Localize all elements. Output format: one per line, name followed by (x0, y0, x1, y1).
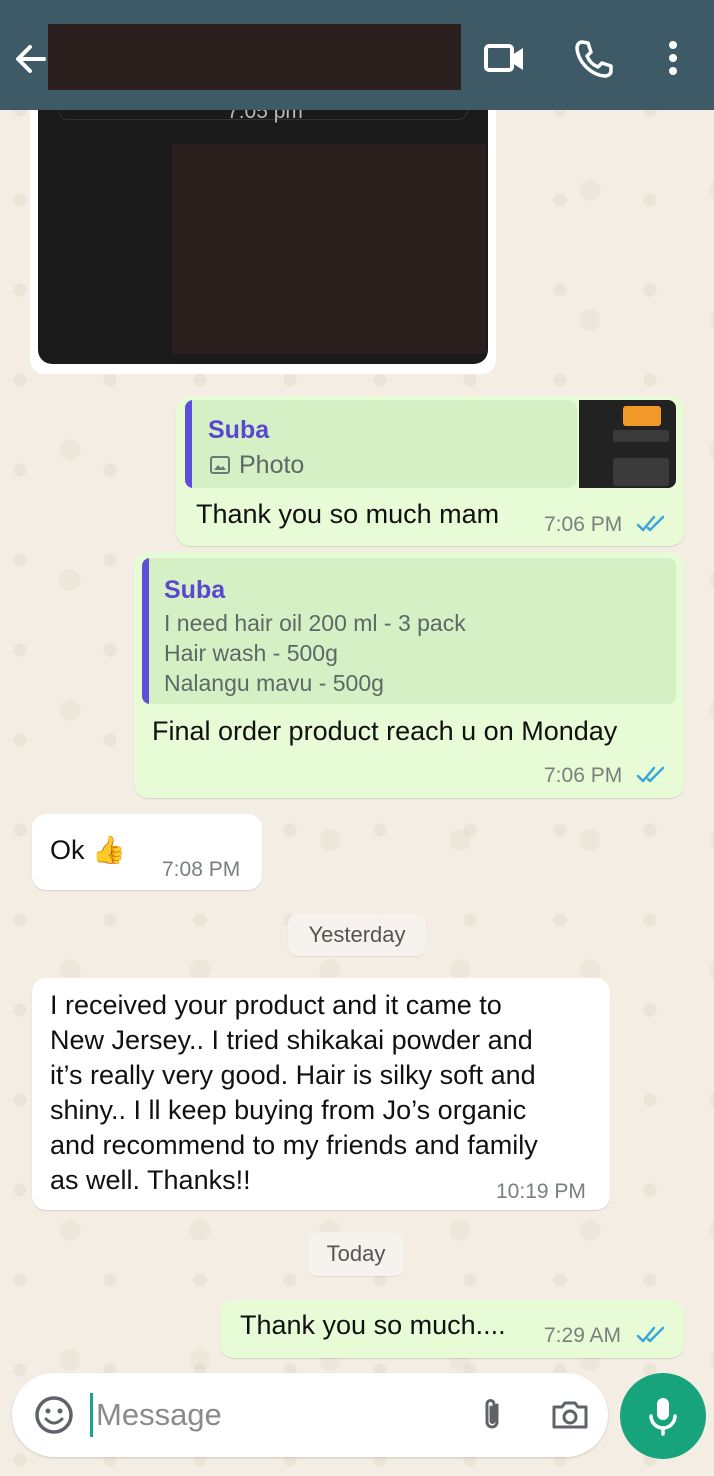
message-time: 7:06 PM (544, 764, 623, 787)
outgoing-message-bubble[interactable]: Suba I need hair oil 200 ml - 3 pack Hai… (134, 552, 684, 798)
quoted-message[interactable]: Suba I need hair oil 200 ml - 3 pack Hai… (142, 558, 676, 704)
message-line: New Jersey.. I tried shikakai powder and (50, 1025, 533, 1055)
incoming-message-bubble[interactable]: Ok 👍 7:08 PM (32, 814, 262, 890)
message-composer (12, 1373, 608, 1457)
paperclip-icon[interactable] (470, 1393, 514, 1437)
quoted-photo-thumbnail[interactable] (579, 400, 676, 488)
quote-line: I need hair oil 200 ml - 3 pack (164, 610, 466, 636)
contact-name[interactable] (48, 24, 461, 90)
incoming-message-bubble[interactable]: I received your product and it came to N… (32, 978, 610, 1210)
message-text: Thank you so much mam (196, 499, 500, 529)
text-cursor (90, 1393, 93, 1437)
double-check-read-icon (636, 514, 668, 534)
chat-header (0, 0, 714, 110)
date-divider-today: Today (308, 1232, 404, 1276)
message-line: shiny.. I ll keep buying from Jo’s organ… (50, 1095, 527, 1125)
message-time: 7:08 PM (162, 858, 241, 881)
outgoing-message-bubble[interactable]: Thank you so much.... 7:29 AM (220, 1300, 684, 1358)
quote-text: Photo (239, 451, 305, 479)
quote-author: Suba (208, 416, 270, 444)
phone-icon[interactable] (572, 36, 618, 82)
message-line: as well. Thanks!! (50, 1165, 251, 1195)
quote-author: Suba (164, 576, 226, 604)
quote-accent-bar (142, 558, 149, 704)
double-check-read-icon (636, 765, 668, 785)
message-line: it’s really very good. Hair is silky sof… (50, 1060, 536, 1090)
message-time: 10:19 PM (496, 1180, 586, 1203)
outgoing-message-bubble[interactable]: Suba Photo Thank you so much mam 7:06 PM (176, 396, 684, 546)
date-divider-yesterday: Yesterday (288, 914, 426, 956)
message-text: Thank you so much.... (240, 1310, 506, 1340)
message-input[interactable] (96, 1387, 456, 1443)
quote-accent-bar (185, 400, 192, 488)
message-line: I received your product and it came to (50, 990, 502, 1020)
photo-icon (209, 454, 231, 476)
message-time: 7:29 AM (544, 1324, 622, 1347)
message-time: 7:06 PM (544, 513, 623, 536)
message-line: and recommend to my friends and family (50, 1130, 538, 1160)
more-vertical-icon[interactable] (652, 36, 694, 82)
arrow-left-icon[interactable] (10, 38, 52, 80)
message-text: Ok 👍 (50, 835, 126, 865)
camera-icon[interactable] (548, 1393, 592, 1437)
microphone-icon[interactable] (620, 1373, 706, 1459)
video-camera-icon[interactable] (482, 36, 528, 82)
emoji-icon[interactable] (32, 1393, 76, 1437)
quote-line: Nalangu mavu - 500g (164, 670, 384, 696)
image-redacted-region (172, 144, 486, 354)
message-text: Final order product reach u on Monday (152, 716, 618, 746)
double-check-read-icon (636, 1325, 668, 1345)
quoted-message[interactable]: Suba Photo (185, 400, 577, 488)
quote-line: Hair wash - 500g (164, 640, 338, 666)
